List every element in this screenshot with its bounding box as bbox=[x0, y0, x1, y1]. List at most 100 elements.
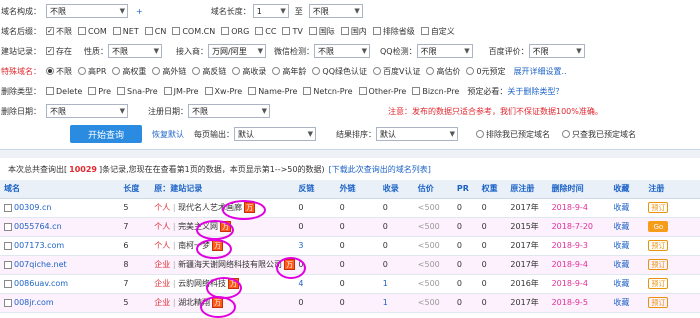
row-checkbox[interactable] bbox=[4, 222, 12, 231]
del-opts-option[interactable]: Name-Pre bbox=[248, 87, 297, 96]
reserve-hint: 预定必看： bbox=[467, 86, 508, 96]
suffix-opts-option[interactable]: COM.CN bbox=[172, 26, 215, 37]
del-opts-option[interactable]: Pre bbox=[88, 87, 111, 96]
suffix-opts-option[interactable]: CC bbox=[255, 26, 276, 37]
special-options: 不限 高PR 高权重 高外链 高反链 高收录 高年龄 QQ绿色认证 百度V认证 高估价 0元预定 bbox=[46, 66, 512, 77]
checkbox-icon bbox=[412, 87, 421, 95]
special-opts-option[interactable]: 高PR bbox=[78, 66, 106, 77]
special-opts-option[interactable]: 高反链 bbox=[192, 66, 226, 77]
suffix-opts-option[interactable]: 排除省级 bbox=[372, 26, 415, 37]
access-select[interactable]: 万网/阿里 ▼ bbox=[208, 44, 266, 58]
reg-year-value: 2017年 bbox=[510, 203, 539, 212]
register-button[interactable]: 预订 bbox=[648, 297, 669, 308]
nature-value: 不限 bbox=[112, 46, 128, 56]
access-label: 接入商： bbox=[176, 46, 208, 56]
record-type: 个人 bbox=[154, 241, 171, 250]
favorite-link[interactable]: 收藏 bbox=[613, 203, 629, 212]
domain-link[interactable]: 0055764.cn bbox=[14, 222, 62, 231]
delete-date-select[interactable]: 不限 ▼ bbox=[46, 104, 128, 118]
sort-select[interactable]: 默认 ▼ bbox=[376, 127, 458, 141]
suffix-opts-option[interactable]: 国际 bbox=[308, 26, 335, 37]
qq-select[interactable]: 不限 ▼ bbox=[416, 44, 473, 58]
favorite-link[interactable]: 收藏 bbox=[613, 260, 629, 269]
suffix-opts-option[interactable]: ORG bbox=[221, 26, 249, 37]
exist-checkbox[interactable]: ✓ 存在 bbox=[46, 46, 72, 57]
special-opts-option[interactable]: QQ绿色认证 bbox=[312, 66, 367, 77]
suffix-opts-option[interactable]: 国内 bbox=[340, 26, 367, 37]
special-opts-option[interactable]: 高收录 bbox=[232, 66, 266, 77]
del-opts-option[interactable]: JM-Pre bbox=[163, 87, 199, 96]
column-header: 收藏 bbox=[609, 180, 645, 199]
special-opts-option[interactable]: 0元预定 bbox=[466, 66, 506, 77]
delete-type-help-link[interactable]: 关于删除类型？ bbox=[507, 86, 563, 97]
favorite-link[interactable]: 收藏 bbox=[613, 279, 629, 288]
suffix-opts-option[interactable]: 自定义 bbox=[420, 26, 455, 37]
suffix-opts-option[interactable]: ✓ 不限 bbox=[46, 26, 72, 37]
special-opts-option[interactable]: 高年龄 bbox=[272, 66, 306, 77]
option-label: 排除省级 bbox=[382, 26, 415, 36]
access-value: 万网/阿里 bbox=[212, 46, 247, 56]
row-checkbox[interactable] bbox=[4, 203, 12, 212]
length-value: 7 bbox=[123, 279, 129, 288]
nature-select[interactable]: 不限 ▼ bbox=[108, 44, 162, 58]
del-opts-option[interactable]: Bizcn-Pre bbox=[412, 87, 459, 96]
favorite-link[interactable]: 收藏 bbox=[613, 222, 629, 231]
download-list-link[interactable]: [下载此次查询出的域名列表] bbox=[329, 164, 431, 175]
favorite-link[interactable]: 收藏 bbox=[613, 241, 629, 250]
checkbox-icon bbox=[78, 27, 86, 35]
suffix-opts-option[interactable]: COM bbox=[78, 26, 107, 37]
price-value: <500 bbox=[417, 203, 440, 212]
row-checkbox[interactable] bbox=[4, 279, 12, 288]
row-checkbox[interactable] bbox=[4, 298, 12, 307]
domain-link[interactable]: 00309.cn bbox=[14, 203, 51, 212]
per-page-select[interactable]: 默认 ▼ bbox=[234, 127, 316, 141]
del-opts-option[interactable]: Other-Pre bbox=[358, 87, 406, 96]
length-to-select[interactable]: 不限 ▼ bbox=[308, 4, 363, 18]
per-page-value: 默认 bbox=[238, 129, 254, 139]
row-checkbox[interactable] bbox=[4, 260, 12, 269]
search-button[interactable]: 开始查询 bbox=[70, 125, 142, 143]
reg-date-select[interactable]: 不限 ▼ bbox=[188, 104, 270, 118]
delete-date-value: 2018-7-20 bbox=[551, 222, 593, 231]
row-checkbox[interactable] bbox=[4, 241, 12, 250]
register-button[interactable]: 预订 bbox=[648, 259, 669, 270]
domain-link[interactable]: 007qiche.net bbox=[14, 260, 67, 269]
special-opts-option[interactable]: 高外链 bbox=[152, 66, 186, 77]
compose-select[interactable]: 不限 ▼ bbox=[46, 4, 128, 18]
add-compose-button[interactable]: + bbox=[136, 7, 143, 16]
del-opts-option[interactable]: Xw-Pre bbox=[204, 86, 243, 96]
length-from-select[interactable]: 1 ▼ bbox=[252, 4, 289, 18]
special-opts-option[interactable]: 百度V认证 bbox=[372, 66, 420, 77]
pr-value: 0 bbox=[456, 241, 462, 250]
favorite-link[interactable]: 收藏 bbox=[613, 298, 629, 307]
register-button[interactable]: 预订 bbox=[648, 278, 669, 289]
suffix-opts-option[interactable]: TV bbox=[282, 26, 303, 37]
domain-link[interactable]: 0086uav.com bbox=[14, 279, 68, 288]
expand-settings-link[interactable]: 展开详细设置.. bbox=[514, 66, 567, 77]
length-to-label: 至 bbox=[294, 6, 303, 16]
del-opts-option[interactable]: Netcn-Pre bbox=[303, 87, 353, 96]
register-button[interactable]: 预订 bbox=[648, 202, 669, 213]
register-button[interactable]: 预订 bbox=[648, 240, 669, 251]
outlinks-value: 0 bbox=[339, 279, 345, 288]
wechat-select[interactable]: 不限 ▼ bbox=[314, 44, 370, 58]
special-opts-option[interactable]: 不限 bbox=[46, 66, 72, 77]
special-opts-option[interactable]: 高权重 bbox=[112, 66, 146, 77]
suffix-opts-option[interactable]: CN bbox=[144, 26, 166, 37]
special-opts-option[interactable]: 高估价 bbox=[426, 66, 460, 77]
register-button[interactable]: Go bbox=[648, 221, 669, 232]
del-opts-option[interactable]: Delete bbox=[46, 87, 82, 96]
only-reserved-radio[interactable]: 只查我已预定域名 bbox=[562, 129, 636, 140]
reset-link[interactable]: 恢复默认 bbox=[152, 129, 184, 140]
suffix-opts-option[interactable]: NET bbox=[112, 26, 139, 37]
option-label: Xw-Pre bbox=[214, 86, 243, 96]
del-opts-option[interactable]: Sna-Pre bbox=[117, 87, 158, 96]
option-label: COM bbox=[88, 26, 107, 36]
pr-value: 0 bbox=[456, 279, 462, 288]
summary-prefix: 本次总共查询出[ bbox=[8, 164, 68, 174]
checkbox-icon bbox=[163, 87, 172, 95]
exclude-reserved-radio[interactable]: 排除我已预定域名 bbox=[476, 129, 550, 140]
domain-link[interactable]: 008jr.com bbox=[14, 298, 54, 307]
domain-link[interactable]: 007173.com bbox=[14, 241, 64, 250]
baidu-select[interactable]: 不限 ▼ bbox=[528, 44, 585, 58]
